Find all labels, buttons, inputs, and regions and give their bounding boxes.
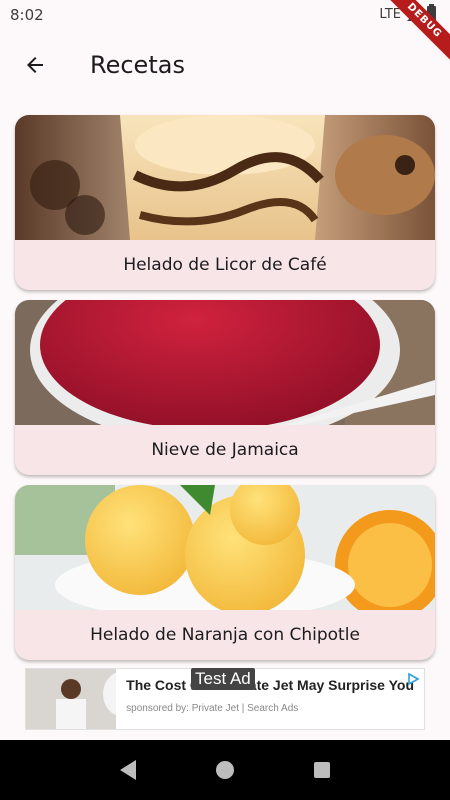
recipe-image: [15, 115, 435, 240]
recipe-title: Helado de Licor de Café: [123, 255, 327, 275]
recipe-card[interactable]: Helado de Naranja con Chipotle: [15, 485, 435, 660]
ad-sponsor: sponsored by: Private Jet | Search Ads: [126, 703, 299, 714]
ad-headline: The Cost Of A Private Jet May Surprise Y…: [126, 677, 414, 693]
nav-back-button[interactable]: [116, 758, 140, 782]
system-nav-bar: [0, 740, 450, 800]
page-title: Recetas: [90, 51, 185, 79]
ad-choices-icon[interactable]: [406, 672, 420, 686]
recipe-title: Nieve de Jamaica: [151, 440, 299, 460]
recipe-title: Helado de Naranja con Chipotle: [90, 625, 360, 645]
recipe-image: [15, 485, 435, 610]
square-recents-icon: [313, 762, 330, 778]
test-ad-label: Test Ad: [191, 668, 255, 690]
recipe-card[interactable]: Nieve de Jamaica: [15, 300, 435, 475]
nav-recents-button[interactable]: [310, 758, 334, 782]
arrow-back-icon: [27, 57, 43, 73]
nav-home-button[interactable]: [213, 758, 237, 782]
status-bar: 8:02 LTE: [0, 0, 450, 30]
recipe-image: [15, 300, 435, 425]
recipe-card[interactable]: Helado de Licor de Café: [15, 115, 435, 290]
recipe-list: Helado de Licor de Café Nieve de Jamaica: [15, 115, 435, 670]
triangle-back-icon: [120, 760, 137, 780]
circle-home-icon: [215, 761, 234, 779]
app-bar: Recetas: [0, 30, 450, 100]
ad-image: [26, 669, 117, 729]
status-time: 8:02: [10, 6, 44, 24]
back-button[interactable]: [12, 42, 58, 88]
network-type: LTE: [379, 6, 401, 22]
